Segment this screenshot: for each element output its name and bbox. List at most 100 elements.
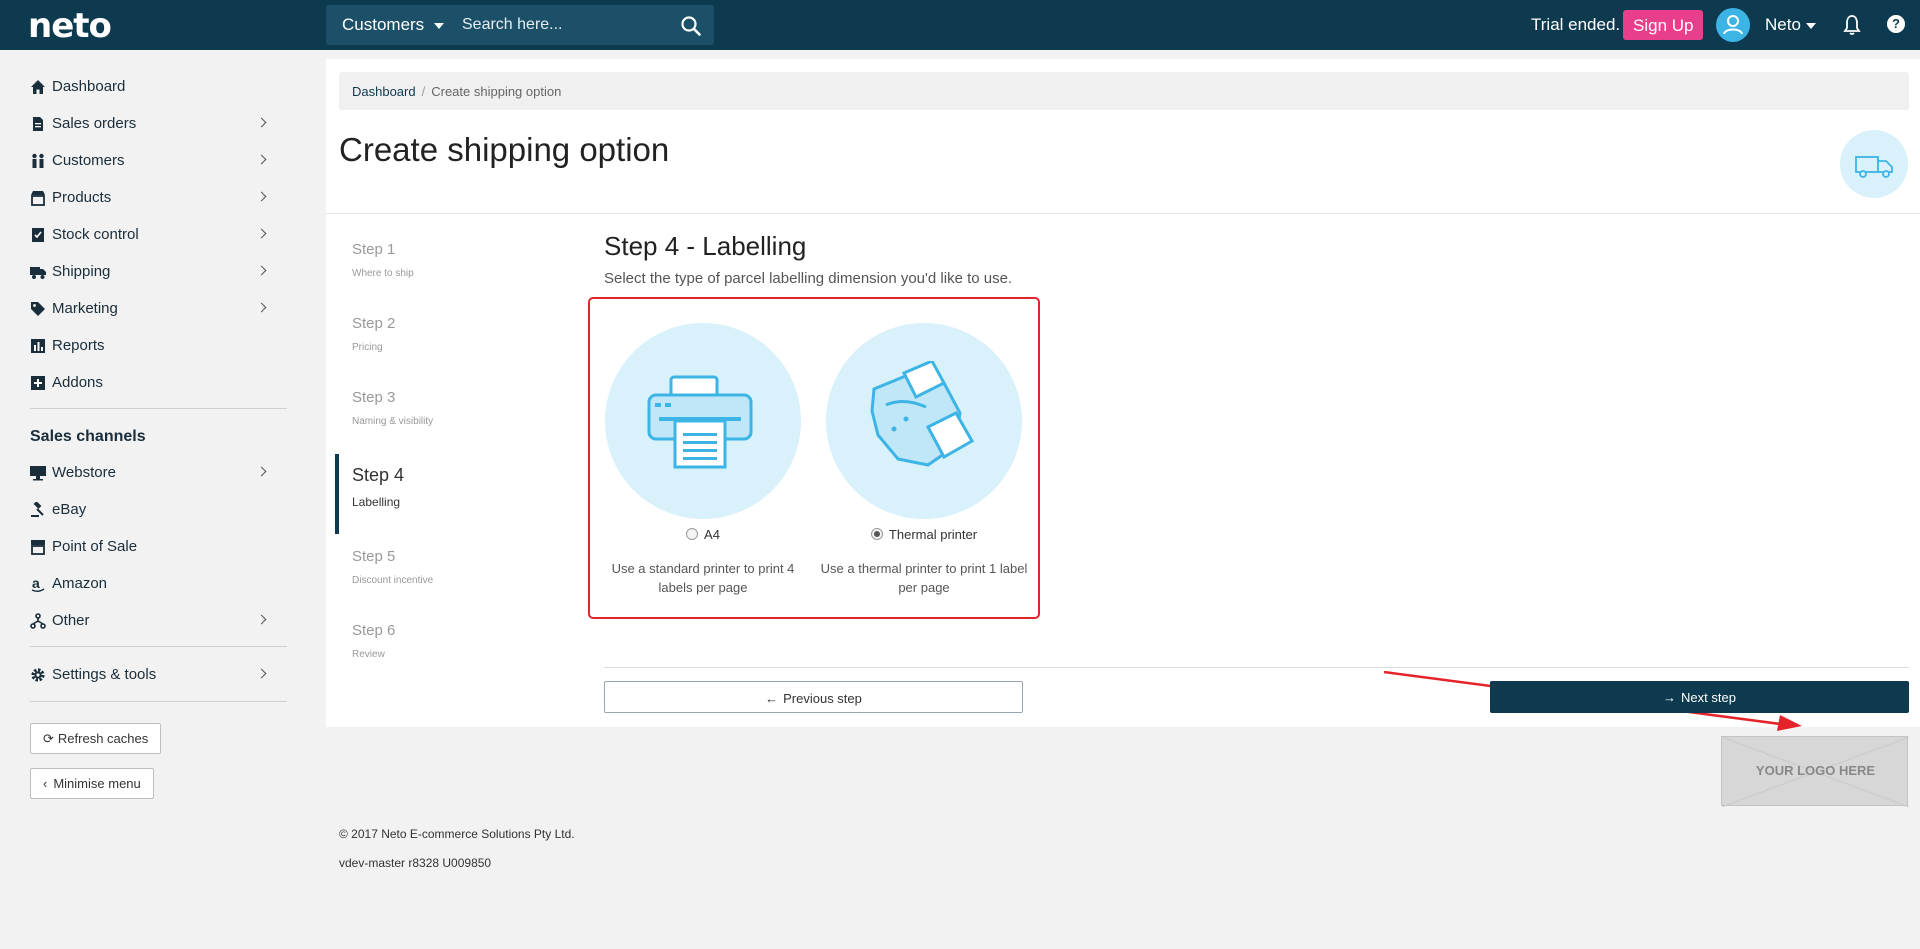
sidebar-item-stock-control[interactable]: Stock control [30,220,275,250]
sidebar-item-label: Settings & tools [52,666,157,683]
sidebar-item-label: Dashboard [52,78,126,95]
gear-icon [31,668,45,682]
chevron-right-icon [256,154,267,165]
step-subtitle: Naming & visibility [352,416,434,427]
sidebar-item-label: Reports [52,337,105,354]
sidebar-divider [30,646,287,647]
people-icon [32,153,44,168]
step-2[interactable]: Step 2 Pricing [352,315,395,353]
step-3[interactable]: Step 3 Naming & visibility [352,389,433,427]
refresh-caches-label: Refresh caches [57,731,149,746]
trial-status: Trial ended. [1531,15,1621,34]
step-number: Step 3 [352,389,396,406]
arrow-left-icon: ← [765,691,779,706]
step-4[interactable]: Step 4 Labelling [352,465,404,509]
previous-step-button[interactable]: ← Previous step [604,681,1023,713]
sidebar-item-other[interactable]: Other [30,606,275,636]
amazon-icon: a [31,576,45,592]
a4-radio-row[interactable]: A4 [593,527,813,545]
step-description: Select the type of parcel labelling dime… [604,270,1013,287]
caret-down-icon[interactable] [1806,23,1816,29]
chevron-right-icon [256,668,267,679]
tag-icon [31,302,45,316]
breadcrumb-current: Create shipping option [431,84,562,99]
top-bar: neto Customers Trial ended. Sign Up Neto… [0,0,1920,50]
printer-icon [647,375,753,469]
caret-down-icon [434,23,444,29]
step-number: Step 4 [352,465,405,485]
chevron-right-icon [256,117,267,128]
minimise-menu-button[interactable]: ‹ Minimise menu [30,768,154,799]
refresh-caches-button[interactable]: ⟳ Refresh caches [30,723,162,754]
step-number: Step 5 [352,548,396,565]
sidebar-item-ebay[interactable]: eBay [30,495,275,525]
thermal-radio-button[interactable] [870,528,883,540]
chevron-right-icon [256,466,267,477]
sign-up-button[interactable]: Sign Up [1623,10,1704,40]
search-scope-dropdown[interactable]: Customers [326,5,458,45]
option-thermal-printer[interactable]: Thermal printer Use a thermal printer to… [814,323,1034,597]
avatar[interactable] [1716,8,1750,42]
thermal-radio-row[interactable]: Thermal printer [814,527,1034,545]
sidebar-item-label: Amazon [52,575,108,592]
sidebar-item-point-of-sale[interactable]: Point of Sale [30,532,275,562]
sidebar-divider [30,701,287,702]
branch-icon [30,613,46,629]
step-heading: Step 4 - Labelling [604,231,807,261]
sidebar-item-settings[interactable]: Settings & tools [30,660,275,690]
main-panel: Dashboard / Create shipping option Create … [326,59,1920,731]
home-icon [31,80,45,94]
title-divider [326,213,1920,214]
search-input[interactable] [462,5,662,45]
previous-step-label: Previous step [783,691,862,706]
sidebar-item-addons[interactable]: Addons [30,368,275,398]
sidebar-item-label: Other [52,612,90,629]
sidebar-item-label: Marketing [52,300,118,317]
truck-icon [1855,156,1893,178]
logo-placeholder: YOUR LOGO HERE [1721,736,1909,807]
search-icon[interactable] [680,15,702,37]
sidebar-item-dashboard[interactable]: Dashboard [30,72,275,102]
logo-placeholder-text: YOUR LOGO HERE [1755,763,1876,778]
sidebar-item-sales-orders[interactable]: Sales orders [30,109,275,139]
breadcrumb-home-link[interactable]: Dashboard [352,84,416,99]
help-icon[interactable]: ? [1887,15,1905,33]
sidebar-item-label: Addons [52,374,103,391]
a4-radio-button[interactable] [686,528,699,540]
step-6[interactable]: Step 6 Review [352,622,395,660]
sidebar-item-customers[interactable]: Customers [30,146,275,176]
sidebar-item-webstore[interactable]: Webstore [30,458,275,488]
bell-icon[interactable] [1842,14,1862,36]
gavel-icon [31,502,44,517]
register-icon [31,540,45,555]
thermal-option-description: Use a thermal printer to print 1 label p… [820,561,1028,595]
refresh-icon: ⟳ [43,731,54,746]
user-menu[interactable]: Neto [1765,15,1801,35]
chevron-left-icon: ‹ [43,776,48,791]
step-number: Step 2 [352,315,396,332]
next-step-label: Next step [1681,690,1736,705]
sidebar-item-marketing[interactable]: Marketing [30,294,275,324]
sidebar-item-products[interactable]: Products [30,183,275,213]
neto-logo[interactable]: neto [28,6,112,46]
step-subtitle: Discount incentive [352,575,434,586]
step-number: Step 1 [352,241,396,258]
chevron-right-icon [256,614,267,625]
store-icon [31,191,45,206]
sidebar-item-shipping[interactable]: Shipping [30,257,275,287]
next-step-button[interactable]: → Next step [1490,681,1909,713]
sidebar-divider [30,408,287,409]
footer-copyright: © 2017 Neto E-commerce Solutions Pty Ltd… [339,827,575,841]
sidebar-item-reports[interactable]: Reports [30,331,275,361]
step-5[interactable]: Step 5 Discount incentive [352,548,433,586]
bar-chart-icon [31,339,45,353]
minimise-menu-label: Minimise menu [53,776,141,791]
option-a4[interactable]: A4 Use a standard printer to print 4 lab… [593,323,813,597]
svg-text:a: a [32,576,40,591]
actions-divider [604,667,1909,668]
document-icon [33,117,43,131]
page-title: Create shipping option [339,131,670,168]
step-1[interactable]: Step 1 Where to ship [352,241,414,279]
sidebar-item-amazon[interactable]: a Amazon [30,569,275,599]
sidebar-item-label: Point of Sale [52,538,138,555]
